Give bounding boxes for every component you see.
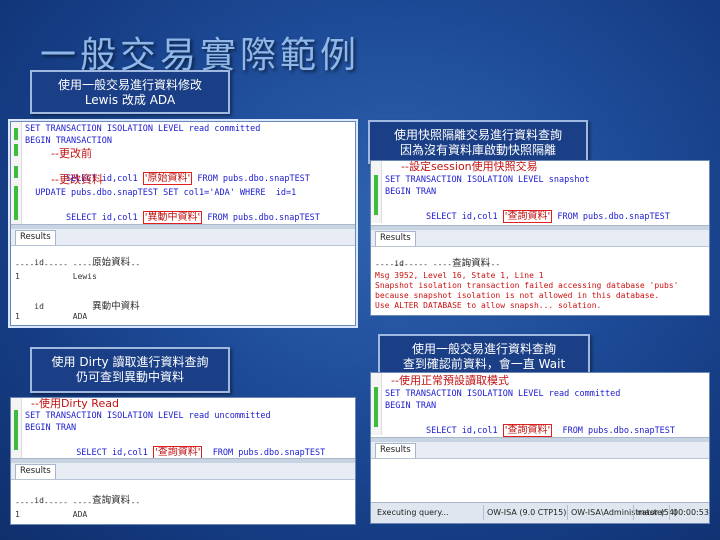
callout-dirty-read-demo: 使用 Dirty 讀取進行資料查詢 仍可查到異動中資料 — [30, 347, 230, 393]
error-message: because snapshot isolation is not allowe… — [375, 291, 660, 300]
status-server: OW-ISA (9.0 CTP15) — [487, 508, 567, 517]
code-comment: --使用正常預設讀取模式 — [391, 374, 509, 387]
code-line: BEGIN TRAN — [25, 423, 77, 433]
query-window-wait[interactable]: --使用正常預設讀取模式 SET TRANSACTION ISOLATION L… — [370, 372, 710, 524]
highlight-query: '查詢資料' — [502, 424, 553, 437]
status-executing: Executing query... — [377, 508, 449, 517]
code-fragment: FROM pubs.dbo.snapTEST — [552, 426, 676, 436]
results-tabbar: Results — [371, 442, 709, 459]
status-elapsed: 00:00:53 — [673, 508, 709, 517]
tab-results[interactable]: Results — [375, 231, 416, 246]
results-tabbar: Results — [11, 463, 355, 480]
editor-gutter — [371, 373, 382, 435]
editor-gutter — [371, 161, 382, 223]
callout-line: 仍可查到異動中資料 — [75, 370, 184, 384]
code-line: SET TRANSACTION ISOLATION LEVEL read com… — [25, 124, 261, 134]
results-tabbar: Results — [371, 230, 709, 247]
query-window-update[interactable]: SET TRANSACTION ISOLATION LEVEL read com… — [10, 121, 356, 326]
callout-line: Lewis 改成 ADA — [84, 93, 176, 107]
code-fragment: SELECT id,col1 — [415, 212, 503, 222]
code-fragment: FROM pubs.dbo.snapTEST — [202, 213, 320, 223]
results-row: 1 ADA — [15, 312, 88, 321]
code-fragment: SELECT id,col1 — [55, 213, 143, 223]
code-line: UPDATE pubs.dbo.snapTEST SET col1='ADA' … — [25, 188, 297, 198]
sql-editor[interactable]: SET TRANSACTION ISOLATION LEVEL read com… — [11, 122, 355, 224]
code-fragment: FROM pubs.dbo.snapTEST — [552, 212, 670, 222]
results-col-id: id — [34, 302, 93, 311]
code-comment: --更改資料 — [51, 173, 103, 186]
callout-line: 使用一般交易進行資料查詢 — [411, 342, 556, 356]
callout-line: 因為沒有資料庫啟動快照隔離 — [399, 143, 556, 157]
sql-editor[interactable]: --使用Dirty Read SET TRANSACTION ISOLATION… — [11, 397, 355, 459]
change-marker — [374, 387, 378, 427]
highlight-original: '原始資料' — [142, 172, 193, 185]
highlight-query: '查詢資料' — [502, 210, 553, 223]
code-fragment: SELECT id,col1 — [55, 448, 153, 458]
code-fragment: SELECT id,col1 — [415, 426, 503, 436]
error-message: Msg 3952, Level 16, State 1, Line 1 — [375, 271, 544, 280]
editor-gutter — [11, 122, 22, 224]
tab-results[interactable]: Results — [15, 464, 56, 479]
status-database: master — [637, 508, 666, 517]
results-separator: ----------- -------------- — [375, 260, 501, 269]
code-fragment: FROM pubs.dbo.snapTEST — [202, 448, 326, 458]
callout-line: 使用快照隔離交易進行資料查詢 — [393, 128, 562, 142]
tab-results[interactable]: Results — [15, 230, 56, 245]
error-message: Use ALTER DATABASE to allow snapsh... so… — [375, 301, 602, 310]
status-bar: Executing query... OW-ISA (9.0 CTP15) OW… — [371, 502, 709, 523]
callout-update-demo: 使用一般交易進行資料修改 Lewis 改成 ADA — [30, 70, 230, 114]
callout-line: 查到確認前資料，會一直 Wait — [402, 357, 566, 371]
code-fragment: FROM pubs.dbo.snapTEST — [192, 174, 310, 184]
results-separator: ----------- -------------- — [15, 260, 141, 269]
results-row: 1 Lewis — [15, 272, 97, 281]
query-window-dirty-read[interactable]: --使用Dirty Read SET TRANSACTION ISOLATION… — [10, 397, 356, 525]
code-line: BEGIN TRANSACTION — [25, 136, 112, 146]
results-row: 1 ADA — [15, 510, 88, 519]
code-line: SET TRANSACTION ISOLATION LEVEL snapshot — [385, 175, 590, 185]
change-marker — [14, 128, 18, 140]
change-marker — [14, 144, 18, 156]
tab-results[interactable]: Results — [375, 443, 416, 458]
results-tabbar: Results — [11, 229, 355, 246]
status-divider — [483, 505, 484, 520]
sql-editor[interactable]: --使用正常預設讀取模式 SET TRANSACTION ISOLATION L… — [371, 373, 709, 437]
query-window-snapshot[interactable]: --設定session使用快照交易 SET TRANSACTION ISOLAT… — [370, 160, 710, 316]
change-marker — [14, 186, 18, 220]
code-comment: --設定session使用快照交易 — [401, 160, 538, 173]
code-line: SET TRANSACTION ISOLATION LEVEL read unc… — [25, 411, 271, 421]
callout-snapshot-demo: 使用快照隔離交易進行資料查詢 因為沒有資料庫啟動快照隔離 — [368, 120, 588, 164]
callout-line: 使用 Dirty 讀取進行資料查詢 — [51, 355, 209, 369]
sql-editor[interactable]: --設定session使用快照交易 SET TRANSACTION ISOLAT… — [371, 161, 709, 223]
change-marker — [14, 410, 18, 450]
status-divider — [633, 505, 634, 520]
results-col-value: 異動中資料 — [92, 301, 140, 312]
error-message: Snapshot isolation transaction failed ac… — [375, 281, 679, 290]
code-line: BEGIN TRAN — [385, 401, 437, 411]
change-marker — [14, 166, 18, 178]
change-marker — [374, 175, 378, 215]
results-separator: ----------- -------------- — [15, 498, 141, 507]
highlight-modified: '異動中資料' — [142, 211, 203, 224]
code-comment: --更改前 — [51, 147, 92, 160]
status-divider — [669, 505, 670, 520]
code-comment: --使用Dirty Read — [31, 397, 119, 410]
status-divider — [567, 505, 568, 520]
editor-gutter — [11, 398, 22, 458]
code-line: SET TRANSACTION ISOLATION LEVEL read com… — [385, 389, 621, 399]
code-line: BEGIN TRAN — [385, 187, 437, 197]
callout-line: 使用一般交易進行資料修改 — [57, 78, 202, 92]
